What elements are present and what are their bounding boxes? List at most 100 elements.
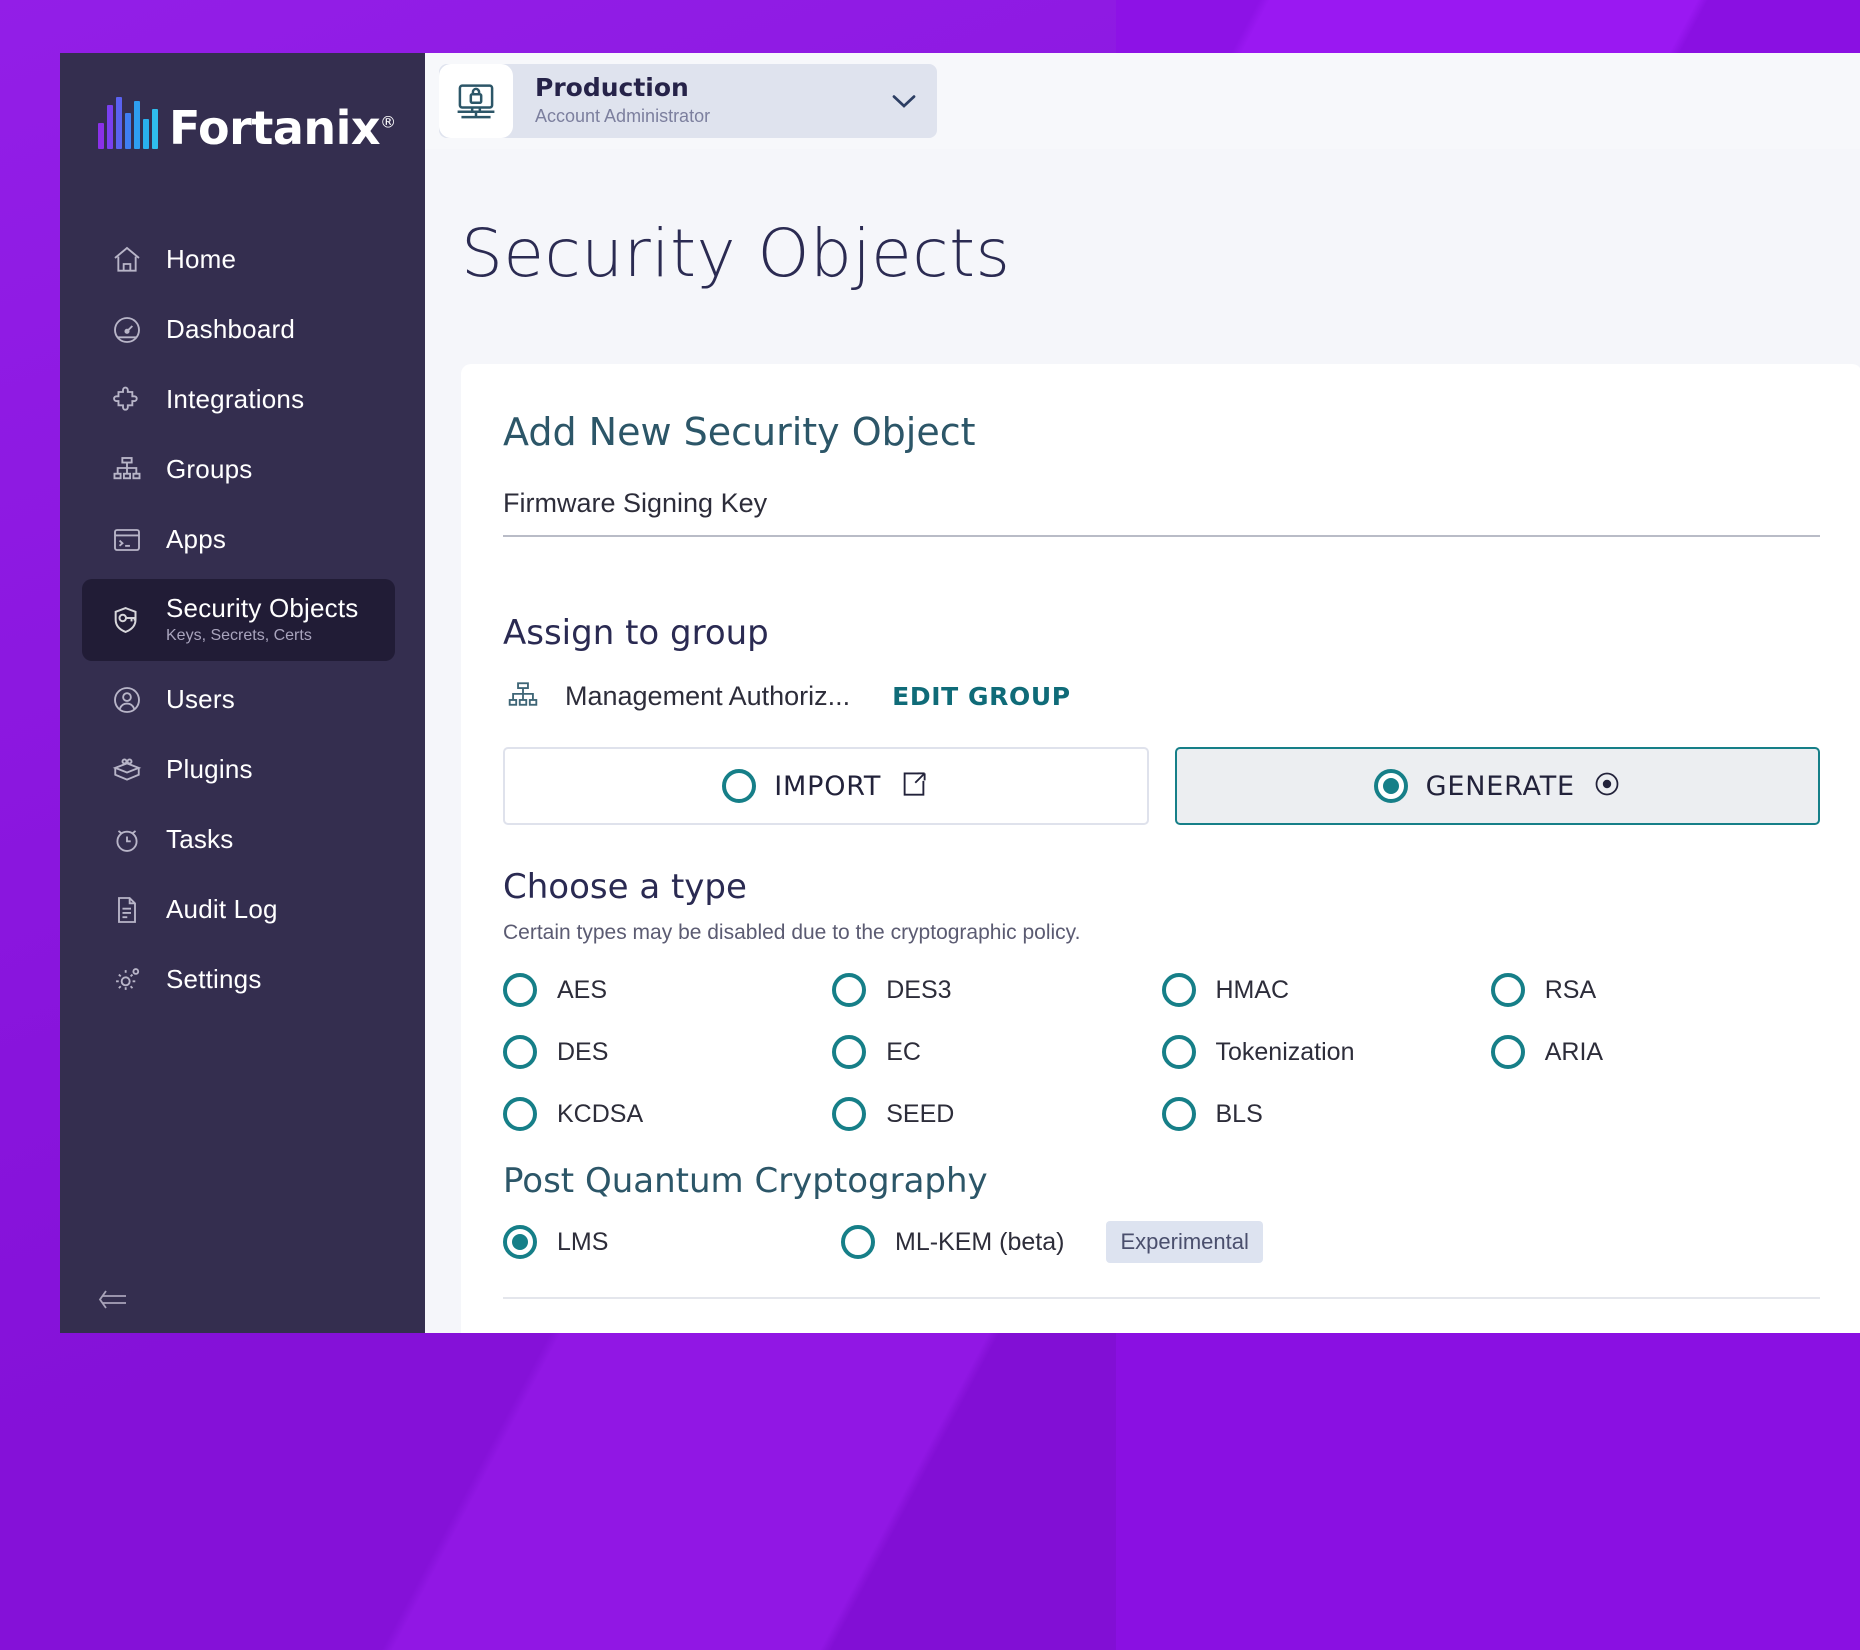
gauge-icon xyxy=(110,313,144,347)
type-option-aes[interactable]: AES xyxy=(503,973,832,1008)
type-option-rsa[interactable]: RSA xyxy=(1490,973,1820,1008)
type-grid-spacer xyxy=(1491,1097,1820,1131)
sidebar-item-dashboard[interactable]: Dashboard xyxy=(82,299,395,361)
import-radio-icon xyxy=(722,769,757,804)
generate-radio-icon xyxy=(1373,769,1408,804)
sidebar-item-security-objects[interactable]: Security Objects Keys, Secrets, Certs xyxy=(82,579,395,661)
logo-wordmark: Fortanix® xyxy=(169,105,396,151)
type-label: DES3 xyxy=(886,975,952,1004)
assign-to-group-heading: Assign to group xyxy=(503,613,769,654)
security-object-name-field[interactable] xyxy=(503,488,1820,538)
radio-icon xyxy=(503,1097,537,1132)
terminal-window-icon xyxy=(110,523,144,557)
key-shield-icon xyxy=(110,603,144,637)
edit-group-button[interactable]: EDIT GROUP xyxy=(892,682,1071,711)
sidebar-item-label: Integrations xyxy=(166,384,305,415)
pq-option-ml-kem[interactable]: ML-KEM (beta) Experimental xyxy=(841,1221,1263,1264)
sidebar-item-label: Plugins xyxy=(166,754,253,785)
security-object-name-input[interactable] xyxy=(503,488,1820,520)
radio-icon xyxy=(832,973,867,1008)
radio-icon xyxy=(503,1035,537,1070)
radio-icon xyxy=(503,973,537,1008)
sidebar-item-label: Settings xyxy=(166,964,262,995)
sidebar-item-home[interactable]: Home xyxy=(82,229,395,291)
sidebar-item-label: Home xyxy=(166,244,237,275)
radio-icon xyxy=(1161,973,1196,1008)
type-label: ARIA xyxy=(1544,1037,1604,1066)
radio-icon xyxy=(1161,1097,1196,1132)
alarm-clock-icon xyxy=(110,823,144,857)
audit-document-icon xyxy=(110,893,144,927)
sidebar-nav: Home Dashboard Integrations Groups Apps … xyxy=(60,225,425,1015)
sidebar-item-integrations[interactable]: Integrations xyxy=(82,369,395,431)
sidebar-item-groups[interactable]: Groups xyxy=(82,439,395,501)
radio-icon xyxy=(832,1035,867,1070)
fortanix-logo: Fortanix® xyxy=(60,53,425,151)
sidebar-item-apps[interactable]: Apps xyxy=(82,509,395,571)
type-label: EC xyxy=(886,1037,921,1066)
import-label: IMPORT xyxy=(774,770,882,802)
radio-icon xyxy=(1161,1035,1196,1070)
sidebar-item-tasks[interactable]: Tasks xyxy=(82,809,395,871)
type-option-kcdsa[interactable]: KCDSA xyxy=(503,1097,832,1132)
gear-icon xyxy=(110,963,144,997)
assigned-group-row: Management Authoriz... EDIT GROUP xyxy=(503,679,1820,713)
type-option-hmac[interactable]: HMAC xyxy=(1161,973,1491,1008)
sidebar-item-settings[interactable]: Settings xyxy=(82,949,395,1011)
type-option-ec[interactable]: EC xyxy=(832,1035,1161,1070)
sidebar-item-label: Dashboard xyxy=(166,314,295,345)
laptop-lock-icon xyxy=(439,64,513,138)
type-option-bls[interactable]: BLS xyxy=(1161,1097,1491,1132)
type-option-des[interactable]: DES xyxy=(503,1035,832,1070)
chevron-down-icon[interactable] xyxy=(883,91,925,111)
pq-label: LMS xyxy=(557,1227,609,1256)
type-option-des3[interactable]: DES3 xyxy=(832,973,1161,1008)
sidebar-item-sublabel: Keys, Secrets, Certs xyxy=(166,626,312,644)
plugin-box-icon xyxy=(110,753,144,787)
post-quantum-options: LMS ML-KEM (beta) Experimental xyxy=(503,1221,1820,1300)
app-window: Fortanix® Home Dashboard Integrations Gr… xyxy=(60,53,1860,1333)
type-label: RSA xyxy=(1544,975,1597,1004)
type-label: DES xyxy=(557,1037,609,1066)
import-generate-toggle: IMPORT GENERATE xyxy=(503,747,1820,826)
choose-type-helper: Certain types may be disabled due to the… xyxy=(503,921,1081,945)
sidebar-item-label: Apps xyxy=(166,524,227,555)
page-title: Security Objects xyxy=(461,215,1011,293)
radio-icon xyxy=(841,1225,875,1260)
type-label: Tokenization xyxy=(1215,1037,1355,1066)
radio-icon xyxy=(832,1097,867,1132)
collapse-left-arrow-icon[interactable] xyxy=(96,1283,136,1317)
type-label: BLS xyxy=(1215,1099,1263,1128)
type-label: KCDSA xyxy=(557,1099,644,1128)
import-button[interactable]: IMPORT xyxy=(503,747,1149,826)
sidebar: Fortanix® Home Dashboard Integrations Gr… xyxy=(60,53,425,1333)
logo-registered-mark: ® xyxy=(380,112,396,132)
account-selector[interactable]: Production Account Administrator xyxy=(439,64,937,138)
sidebar-item-label: Security Objects xyxy=(166,592,359,623)
logo-bars-icon xyxy=(98,97,158,149)
type-option-seed[interactable]: SEED xyxy=(832,1097,1161,1132)
radio-icon xyxy=(1490,973,1525,1008)
sidebar-item-users[interactable]: Users xyxy=(82,669,395,731)
topbar: Production Account Administrator xyxy=(425,53,1860,149)
sidebar-item-audit-log[interactable]: Audit Log xyxy=(82,879,395,941)
generate-dot-icon xyxy=(1593,770,1621,803)
sidebar-item-label: Audit Log xyxy=(166,894,278,925)
logo-text: Fortanix xyxy=(169,100,381,155)
import-arrow-icon xyxy=(899,769,929,804)
org-chart-icon xyxy=(503,679,543,713)
type-label: HMAC xyxy=(1215,975,1290,1004)
type-option-aria[interactable]: ARIA xyxy=(1490,1035,1820,1070)
sidebar-item-plugins[interactable]: Plugins xyxy=(82,739,395,801)
account-role: Account Administrator xyxy=(535,105,711,126)
home-icon xyxy=(110,243,144,277)
choose-type-heading: Choose a type xyxy=(503,867,747,908)
generate-button[interactable]: GENERATE xyxy=(1174,747,1820,826)
sidebar-item-label: Tasks xyxy=(166,824,234,855)
type-option-tokenization[interactable]: Tokenization xyxy=(1161,1035,1491,1070)
radio-icon xyxy=(503,1225,537,1260)
key-type-grid: AES DES3 HMAC RSA DES EC Tokenization AR… xyxy=(503,973,1820,1132)
generate-label: GENERATE xyxy=(1425,770,1575,802)
pq-option-lms[interactable]: LMS xyxy=(503,1225,821,1260)
type-label: AES xyxy=(557,975,608,1004)
